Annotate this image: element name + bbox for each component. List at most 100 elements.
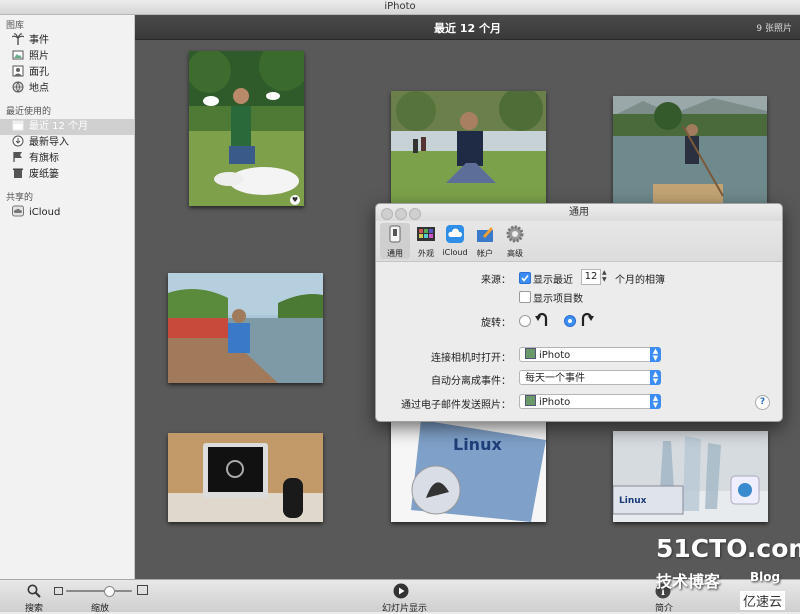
source-label: 来源： xyxy=(481,275,511,286)
photo-thumbnail[interactable] xyxy=(613,96,767,203)
show-recent-label: 显示最近 xyxy=(533,275,573,286)
dialog-title: 通用 xyxy=(569,207,589,218)
photos-icon xyxy=(12,50,24,60)
email-popup[interactable]: iPhoto ▲ ▼ xyxy=(519,394,661,409)
iphoto-app-icon xyxy=(525,395,536,406)
tab-appearance[interactable]: 外观 xyxy=(411,223,441,259)
cloud-icon xyxy=(446,225,464,243)
close-button[interactable] xyxy=(381,208,393,220)
sidebar-item-photos[interactable]: 照片 xyxy=(0,49,134,65)
tab-label: 高级 xyxy=(507,249,523,258)
page-title: 最近 12 个月 xyxy=(434,22,501,35)
window-title-bar: iPhoto xyxy=(0,0,800,15)
tab-label: 通用 xyxy=(387,249,403,258)
zoom-button[interactable] xyxy=(409,208,421,220)
search-label: 搜索 xyxy=(25,604,44,614)
palm-tree-icon xyxy=(12,33,24,45)
sidebar-item-label: 事件 xyxy=(29,35,49,46)
photo-thumbnail[interactable]: Linux xyxy=(391,420,546,522)
rotate-counterclockwise-radio[interactable] xyxy=(519,315,531,327)
watermark-badge: 亿速云 xyxy=(740,591,786,610)
tab-general[interactable]: 通用 xyxy=(380,223,410,259)
sidebar-item-last-import[interactable]: 最新导入 xyxy=(0,135,134,151)
sidebar-item-trash[interactable]: 废纸篓 xyxy=(0,167,134,183)
connect-camera-value: iPhoto xyxy=(539,350,571,361)
photo-thumbnail[interactable] xyxy=(391,91,546,203)
help-button[interactable]: ? xyxy=(755,395,770,410)
sidebar-item-events[interactable]: 事件 xyxy=(0,33,134,49)
sidebar-item-label: 地点 xyxy=(29,83,49,94)
dialog-title-bar: 通用 xyxy=(376,204,782,221)
cloud-icon xyxy=(12,205,24,217)
zoom-slider-knob[interactable] xyxy=(103,586,115,597)
watermark-main: 51CTO.com xyxy=(656,534,800,563)
zoom-slider[interactable] xyxy=(66,586,132,597)
photo-count: 9 张照片 xyxy=(756,24,792,34)
email-label: 通过电子邮件发送照片： xyxy=(401,400,511,411)
section-header-recent: 最近使用的 xyxy=(6,107,52,117)
sidebar-item-label: 面孔 xyxy=(29,67,49,78)
sidebar-item-label: 最近 12 个月 xyxy=(29,121,89,132)
tab-icloud[interactable]: iCloud xyxy=(440,223,470,259)
tab-advanced[interactable]: 高级 xyxy=(500,223,530,259)
tab-accounts[interactable]: 帐户 xyxy=(470,223,500,259)
trash-icon xyxy=(13,168,23,178)
switch-icon xyxy=(389,225,401,243)
show-count-label: 显示项目数 xyxy=(533,294,583,305)
sidebar-item-label: 照片 xyxy=(29,51,49,62)
email-value: iPhoto xyxy=(539,397,571,408)
search-icon[interactable] xyxy=(27,584,41,598)
photo-thumbnail[interactable] xyxy=(189,51,304,206)
tab-label: 帐户 xyxy=(477,249,493,258)
sidebar-item-last-12-months[interactable]: 最近 12 个月 xyxy=(0,119,134,135)
rotate-label: 旋转： xyxy=(481,318,511,329)
iphoto-app-icon xyxy=(525,348,536,359)
photo-thumbnail[interactable] xyxy=(168,433,323,522)
flag-icon xyxy=(13,152,22,162)
rotate-clockwise-radio[interactable] xyxy=(564,315,576,327)
sidebar-item-label: 最新导入 xyxy=(29,137,69,148)
preferences-dialog: 通用 通用 外观 iCloud 帐户 高级 来源： 显示最近 12 ▲ ▼ 个月的… xyxy=(375,203,783,422)
sidebar-item-places[interactable]: 地点 xyxy=(0,81,134,97)
autosplit-popup[interactable]: 每天一个事件 ▲ ▼ xyxy=(519,370,661,385)
sidebar-item-label: 废纸篓 xyxy=(29,169,59,180)
play-icon[interactable] xyxy=(393,583,409,599)
rotate-right-icon xyxy=(581,312,594,326)
sidebar-item-flagged[interactable]: 有旗标 xyxy=(0,151,134,167)
photo-thumbnail[interactable] xyxy=(168,273,323,383)
connect-camera-popup[interactable]: iPhoto ▲ ▼ xyxy=(519,347,661,362)
import-icon xyxy=(12,135,24,147)
tab-label: 外观 xyxy=(418,249,434,258)
months-suffix: 个月的相簿 xyxy=(615,275,665,286)
accounts-icon xyxy=(477,227,493,242)
photo-thumbnail[interactable]: Linux xyxy=(613,431,768,522)
sidebar-item-label: iCloud xyxy=(29,207,61,218)
connect-camera-label: 连接相机时打开： xyxy=(431,353,511,364)
sidebar-item-faces[interactable]: 面孔 xyxy=(0,65,134,81)
watermark: 51CTO.com 技术博客 Blog 亿速云 xyxy=(650,534,800,611)
section-header-library: 图库 xyxy=(6,21,25,31)
months-input[interactable]: 12 xyxy=(581,269,601,285)
chevron-updown-icon: ▲ ▼ xyxy=(650,394,661,409)
gear-icon xyxy=(506,225,524,243)
section-header-shared: 共享的 xyxy=(6,193,34,203)
chevron-updown-icon: ▲ ▼ xyxy=(650,370,661,385)
slideshow-label: 幻灯片显示 xyxy=(382,604,428,614)
face-icon xyxy=(12,65,24,77)
sidebar-item-icloud[interactable]: iCloud xyxy=(0,205,134,221)
chevron-updown-icon: ▲ ▼ xyxy=(650,347,661,362)
sidebar: 图库 事件 照片 面孔 地点 最近使用的 最近 12 个月 最新导入 有旗标 废… xyxy=(0,15,135,579)
svg-text:Linux: Linux xyxy=(453,435,502,454)
minimize-button[interactable] xyxy=(395,208,407,220)
zoom-small-icon xyxy=(54,587,63,595)
show-recent-checkbox[interactable] xyxy=(519,272,531,284)
months-stepper[interactable]: ▲ ▼ xyxy=(602,269,609,283)
svg-text:Linux: Linux xyxy=(619,496,647,506)
autosplit-value: 每天一个事件 xyxy=(525,373,585,384)
rotate-left-icon xyxy=(535,312,548,326)
checkmark-icon xyxy=(521,275,529,282)
show-count-checkbox[interactable] xyxy=(519,291,531,303)
globe-icon xyxy=(12,81,24,93)
watermark-sub: 技术博客 xyxy=(656,572,721,591)
tab-label: iCloud xyxy=(442,248,468,257)
